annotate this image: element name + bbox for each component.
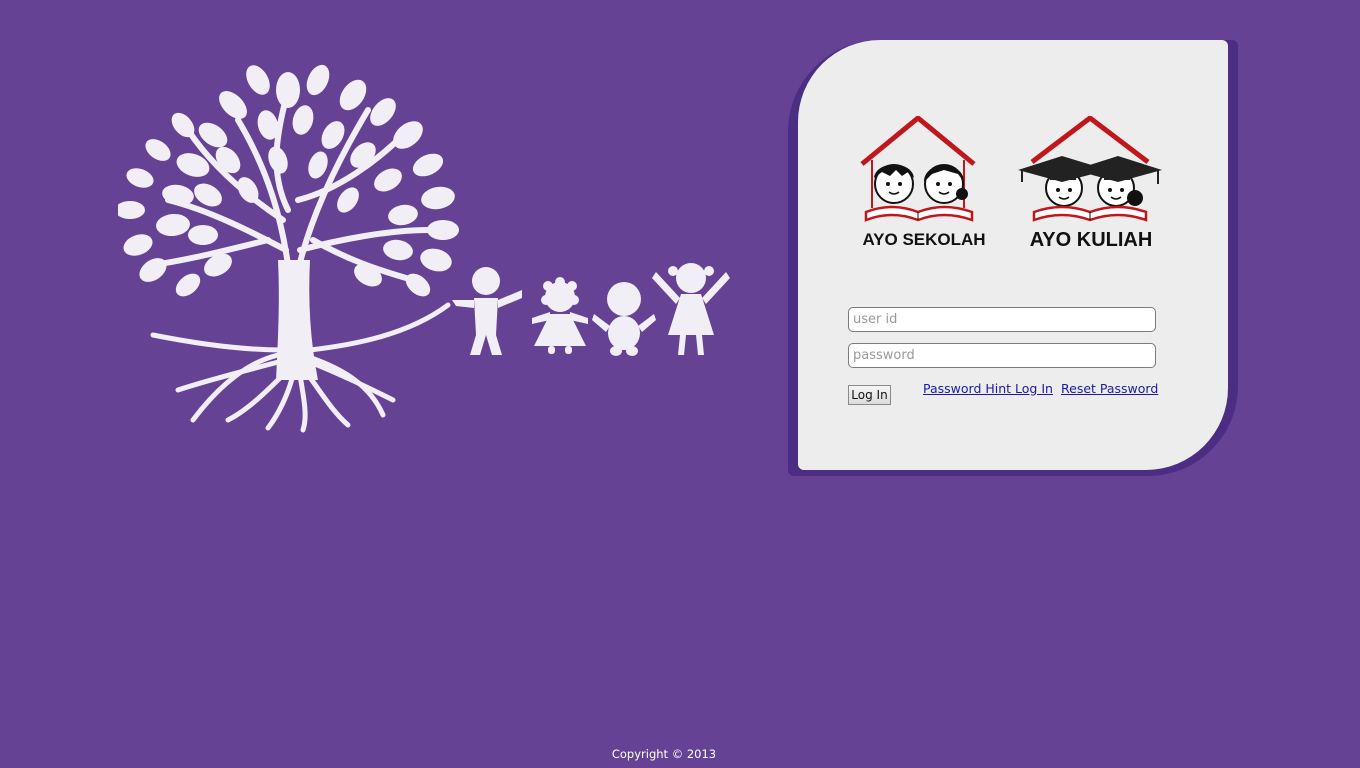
login-button[interactable]: Log In — [848, 385, 891, 405]
login-page: AYO SEKOLAH AYO KULIAH user id Log In Pa… — [0, 0, 1360, 768]
ayo-kuliah-logo: AYO KULIAH — [1016, 116, 1166, 256]
userid-input[interactable] — [848, 307, 1156, 332]
school-kids-under-roof-icon — [860, 116, 976, 222]
password-input[interactable] — [848, 343, 1156, 368]
login-panel: AYO SEKOLAH AYO KULIAH user id Log In Pa… — [798, 40, 1228, 470]
reset-password-link[interactable]: Reset Password — [1061, 381, 1158, 396]
ayo-sekolah-text: AYO SEKOLAH — [862, 230, 986, 249]
password-hint-link[interactable]: Password Hint Log In — [923, 381, 1053, 396]
ayo-kuliah-text: AYO KULIAH — [1029, 229, 1153, 251]
copyright-text: Copyright © 2013 — [611, 747, 717, 761]
tree-with-children-icon — [118, 64, 730, 433]
graduates-under-roof-icon — [1018, 116, 1162, 222]
ayo-sekolah-logo: AYO SEKOLAH — [852, 116, 996, 256]
